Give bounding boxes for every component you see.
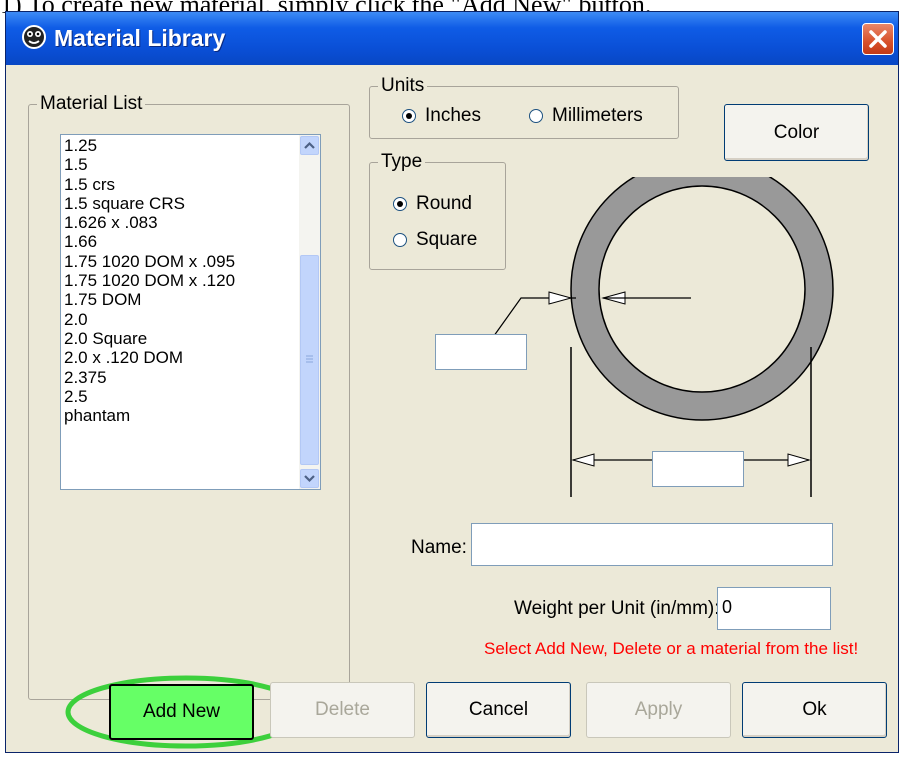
list-item[interactable]: 1.626 x .083 — [64, 213, 289, 232]
weight-input[interactable] — [717, 587, 831, 630]
app-icon — [22, 25, 46, 49]
name-label: Name: — [411, 537, 467, 558]
chevron-up-icon — [304, 141, 315, 149]
dialog-title: Material Library — [54, 25, 226, 51]
material-library-dialog: Material Library Material List 1.25 1.5 1.… — [5, 11, 899, 753]
type-label: Type — [378, 151, 426, 173]
list-scrollbar[interactable] — [299, 135, 320, 489]
add-new-button[interactable]: Add New — [109, 684, 254, 740]
weight-label: Weight per Unit (in/mm): — [514, 598, 720, 619]
chevron-down-icon — [304, 475, 315, 483]
radio-dot — [393, 233, 407, 247]
ok-button[interactable]: Ok — [742, 682, 887, 738]
material-listbox[interactable]: 1.25 1.5 1.5 crs 1.5 square CRS 1.626 x .083… — [60, 134, 321, 490]
millimeters-radio[interactable]: Millimeters — [529, 105, 643, 127]
list-item[interactable]: 2.0 Square — [64, 329, 289, 348]
cancel-button[interactable]: Cancel — [426, 682, 571, 738]
list-item[interactable]: 1.75 1020 DOM x .095 — [64, 252, 289, 271]
list-item[interactable]: 1.5 square CRS — [64, 194, 289, 213]
close-button[interactable] — [862, 23, 894, 55]
list-item[interactable]: 1.25 — [64, 136, 289, 155]
radio-dot — [393, 197, 407, 211]
inches-radio[interactable]: Inches — [402, 105, 481, 127]
scroll-down-button[interactable] — [300, 469, 319, 488]
grip-icon — [306, 355, 313, 363]
scroll-thumb[interactable] — [300, 255, 319, 465]
tube-wall — [571, 177, 833, 420]
wall-dim-arrow-left — [548, 291, 573, 305]
list-item[interactable]: phantam — [64, 406, 289, 425]
list-item[interactable]: 1.66 — [64, 232, 289, 251]
name-input[interactable] — [471, 523, 833, 566]
close-icon — [869, 30, 887, 48]
inches-label: Inches — [425, 105, 481, 126]
diameter-arrow-right — [787, 453, 811, 467]
radio-dot — [402, 109, 416, 123]
diameter-input[interactable] — [652, 451, 744, 487]
list-item[interactable]: 1.75 1020 DOM x .120 — [64, 271, 289, 290]
status-message: Select Add New, Delete or a material fro… — [484, 639, 859, 658]
diameter-arrow-left — [571, 453, 595, 467]
delete-button[interactable]: Delete — [270, 682, 415, 738]
millimeters-label: Millimeters — [552, 105, 643, 126]
radio-dot — [529, 109, 543, 123]
list-item[interactable]: 2.5 — [64, 387, 289, 406]
title-bar[interactable]: Material Library — [6, 12, 898, 65]
scroll-up-button[interactable] — [300, 136, 319, 155]
tube-outline-inner — [598, 185, 806, 393]
list-item[interactable]: 1.5 — [64, 155, 289, 174]
apply-button[interactable]: Apply — [586, 682, 731, 738]
wall-thickness-input[interactable] — [435, 334, 527, 370]
material-items: 1.25 1.5 1.5 crs 1.5 square CRS 1.626 x .083… — [64, 136, 289, 425]
color-button[interactable]: Color — [724, 104, 869, 161]
units-label: Units — [378, 75, 428, 97]
list-item[interactable]: 1.75 DOM — [64, 290, 289, 309]
list-item[interactable]: 1.5 crs — [64, 175, 289, 194]
list-item[interactable]: 2.0 — [64, 310, 289, 329]
list-item[interactable]: 2.375 — [64, 368, 289, 387]
material-list-label: Material List — [37, 93, 146, 115]
list-item[interactable]: 2.0 x .120 DOM — [64, 348, 289, 367]
